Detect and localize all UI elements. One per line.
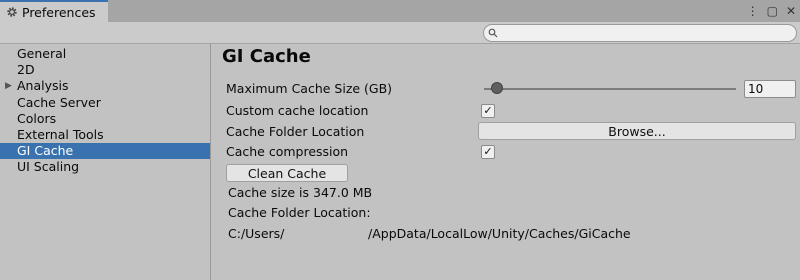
custom-cache-location-label: Custom cache location: [226, 103, 369, 118]
tab-bar: Preferences ⋮ ▢ ✕: [0, 0, 800, 22]
main-panel: GI Cache Maximum Cache Size (GB) 10 Cust…: [212, 44, 800, 280]
cache-path-prefix: C:/Users/: [228, 226, 285, 241]
cache-compression-checkbox[interactable]: ✓: [481, 145, 495, 159]
sidebar-item-cache-server[interactable]: Cache Server: [0, 95, 210, 111]
sidebar-item-label: Analysis: [17, 78, 69, 94]
sidebar-item-label: External Tools: [17, 126, 104, 142]
search-box[interactable]: [483, 24, 797, 42]
sidebar: General 2D ▶ Analysis Cache Server Colors…: [0, 44, 211, 280]
max-cache-size-label: Maximum Cache Size (GB): [226, 81, 393, 96]
cache-compression-label: Cache compression: [226, 144, 349, 159]
search-input[interactable]: [500, 26, 780, 40]
gear-icon: [7, 7, 17, 17]
browse-button[interactable]: Browse...: [478, 122, 796, 140]
sidebar-item-label: 2D: [17, 62, 35, 78]
cache-path-suffix: /AppData/LocalLow/Unity/Caches/GiCache: [368, 226, 631, 241]
sidebar-item-label: GI Cache: [17, 143, 74, 159]
slider-handle[interactable]: [490, 82, 503, 94]
max-cache-size-field[interactable]: 10: [744, 80, 796, 98]
tab-preferences[interactable]: Preferences: [0, 0, 108, 22]
sidebar-item-ui-scaling[interactable]: UI Scaling: [0, 159, 210, 175]
sidebar-item-2d[interactable]: 2D: [0, 62, 210, 78]
window-controls: ⋮ ▢ ✕: [747, 3, 796, 19]
sidebar-item-label: UI Scaling: [17, 159, 80, 175]
sidebar-item-label: Cache Server: [17, 94, 101, 110]
window-title: Preferences: [22, 4, 96, 20]
sidebar-item-analysis[interactable]: ▶ Analysis: [0, 78, 210, 94]
custom-cache-location-checkbox[interactable]: ✓: [481, 104, 495, 118]
sidebar-item-general[interactable]: General: [0, 46, 210, 62]
page-title: GI Cache: [222, 46, 311, 67]
cache-folder-location-label: Cache Folder Location: [226, 124, 365, 139]
close-icon[interactable]: ✕: [786, 3, 796, 19]
sidebar-item-gi-cache[interactable]: GI Cache: [0, 143, 210, 160]
maximize-icon[interactable]: ▢: [767, 3, 778, 19]
sidebar-item-colors[interactable]: Colors: [0, 111, 210, 127]
max-cache-size-slider[interactable]: [484, 88, 736, 90]
cache-size-text: Cache size is 347.0 MB: [228, 185, 373, 200]
search-icon: [488, 28, 498, 38]
cache-folder-location-heading: Cache Folder Location:: [228, 205, 371, 220]
toolbar: [0, 22, 800, 44]
sidebar-item-external-tools[interactable]: External Tools: [0, 127, 210, 143]
expand-arrow-icon[interactable]: ▶: [5, 78, 12, 94]
more-options-icon[interactable]: ⋮: [747, 3, 759, 19]
clean-cache-button[interactable]: Clean Cache: [226, 164, 348, 182]
sidebar-item-label: Colors: [17, 110, 57, 126]
sidebar-item-label: General: [17, 46, 67, 61]
